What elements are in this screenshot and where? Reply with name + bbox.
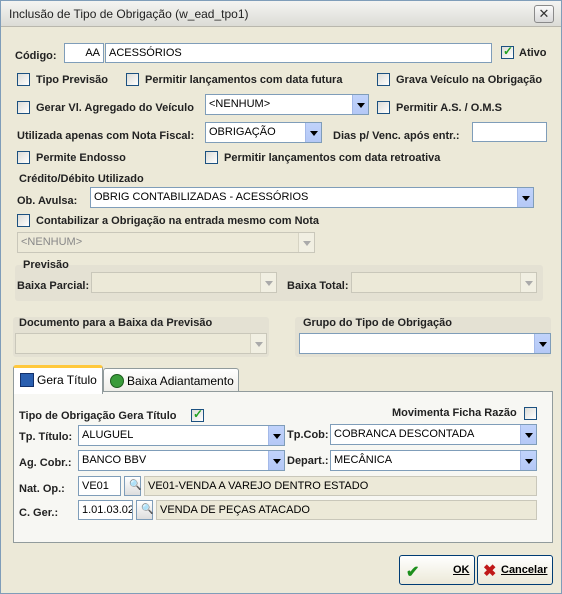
gerar-vl-agregado-select[interactable]: <NENHUM> xyxy=(205,94,369,115)
c-ger-code-input[interactable]: 1.01.03.02 xyxy=(78,500,133,520)
c-ger-desc-input: VENDA DE PEÇAS ATACADO xyxy=(156,500,537,520)
gerar-vl-agregado-checkbox[interactable] xyxy=(17,101,30,114)
permitir-lanc-futura-checkbox[interactable] xyxy=(126,73,139,86)
chevron-down-icon[interactable] xyxy=(520,273,536,292)
codigo-input[interactable]: AA xyxy=(64,43,104,63)
chevron-down-icon[interactable] xyxy=(534,334,550,353)
tp-titulo-value: ALUGUEL xyxy=(82,429,134,441)
credito-section-title: Crédito/Débito Utilizado xyxy=(19,173,144,185)
ok-button[interactable]: ✔ OK xyxy=(399,555,475,585)
chevron-down-icon[interactable] xyxy=(250,334,266,353)
ob-avulsa-label: Ob. Avulsa: xyxy=(17,195,78,207)
tp-titulo-select[interactable]: ALUGUEL xyxy=(78,425,285,446)
grava-veiculo-label: Grava Veículo na Obrigação xyxy=(396,74,543,86)
chevron-down-icon[interactable] xyxy=(268,451,284,470)
lookup-icon: 🔍 xyxy=(141,504,154,515)
ag-cobr-select[interactable]: BANCO BBV xyxy=(78,450,285,471)
tipo-gera-titulo-checkbox[interactable] xyxy=(191,407,204,422)
grupo-tipo-select[interactable] xyxy=(299,333,551,354)
tipo-previsao-checkbox[interactable] xyxy=(17,73,30,86)
nenhum-select[interactable]: <NENHUM> xyxy=(17,232,315,253)
descricao-input[interactable]: ACESSÓRIOS xyxy=(105,43,492,63)
c-ger-lookup-button[interactable]: 🔍 xyxy=(136,500,153,520)
permitir-retroativa-checkbox[interactable] xyxy=(205,151,218,164)
nenhum-value: <NENHUM> xyxy=(21,236,83,248)
chevron-down-icon[interactable] xyxy=(352,95,368,114)
dialog-window: Inclusão de Tipo de Obrigação (w_ead_tpo… xyxy=(0,0,562,594)
nat-op-desc-input: VE01-VENDA A VAREJO DENTRO ESTADO xyxy=(144,476,537,496)
document-icon xyxy=(20,373,34,387)
cancel-button[interactable]: ✖ Cancelar xyxy=(477,555,553,585)
ag-cobr-label: Ag. Cobr.: xyxy=(19,457,72,469)
dias-venc-input[interactable] xyxy=(472,122,547,142)
baixa-parcial-label: Baixa Parcial: xyxy=(17,280,90,292)
documento-baixa-label: Documento para a Baixa da Previsão xyxy=(19,317,213,329)
movimenta-ficha-checkbox[interactable] xyxy=(524,407,537,420)
c-ger-label: C. Ger.: xyxy=(19,507,59,519)
chevron-down-icon[interactable] xyxy=(305,123,321,142)
baixa-total-select[interactable] xyxy=(351,272,537,293)
depart-select[interactable]: MECÂNICA xyxy=(330,450,537,471)
depart-value: MECÂNICA xyxy=(334,454,393,466)
close-button[interactable]: ✕ xyxy=(534,5,554,23)
checkmark-icon: ✔ xyxy=(406,564,420,581)
close-icon: ✕ xyxy=(538,6,550,21)
tp-cob-select[interactable]: COBRANCA DESCONTADA xyxy=(330,424,537,445)
chevron-down-icon[interactable] xyxy=(520,425,536,444)
contabilizar-checkbox[interactable] xyxy=(17,214,30,227)
x-icon: ✖ xyxy=(483,563,497,580)
utilizada-nota-value: OBRIGAÇÃO xyxy=(209,126,276,138)
ob-avulsa-select[interactable]: OBRIG CONTABILIZADAS - ACESSÓRIOS xyxy=(90,187,534,208)
gerar-vl-agregado-label: Gerar Vl. Agregado do Veículo xyxy=(36,102,194,114)
movimenta-ficha-label: Movimenta Ficha Razão xyxy=(392,407,517,419)
tp-titulo-label: Tp. Título: xyxy=(19,431,73,443)
permite-endosso-label: Permite Endosso xyxy=(36,152,126,164)
cancel-button-label: Cancelar xyxy=(501,564,548,576)
tipo-previsao-label: Tipo Previsão xyxy=(36,74,108,86)
permite-endosso-checkbox[interactable] xyxy=(17,151,30,164)
permitir-as-checkbox[interactable] xyxy=(377,101,390,114)
tipo-gera-titulo-label: Tipo de Obrigação Gera Título xyxy=(19,410,177,422)
utilizada-nota-select[interactable]: OBRIGAÇÃO xyxy=(205,122,322,143)
tp-cob-label: Tp.Cob: xyxy=(287,429,329,441)
dias-venc-label: Dias p/ Venc. após entr.: xyxy=(333,130,460,142)
ob-avulsa-value: OBRIG CONTABILIZADAS - ACESSÓRIOS xyxy=(94,191,309,203)
ag-cobr-value: BANCO BBV xyxy=(82,454,147,466)
permitir-retroativa-label: Permitir lançamentos com data retroativa xyxy=(224,152,441,164)
tab-baixa-adiantamento-label: Baixa Adiantamento xyxy=(127,374,234,388)
chevron-down-icon[interactable] xyxy=(517,188,533,207)
window-title: Inclusão de Tipo de Obrigação (w_ead_tpo… xyxy=(9,7,249,21)
documento-baixa-select[interactable] xyxy=(15,333,267,354)
title-bar[interactable]: Inclusão de Tipo de Obrigação (w_ead_tpo… xyxy=(1,1,561,27)
utilizada-nota-label: Utilizada apenas com Nota Fiscal: xyxy=(17,130,195,142)
chevron-down-icon[interactable] xyxy=(298,233,314,252)
chevron-down-icon[interactable] xyxy=(520,451,536,470)
nat-op-lookup-button[interactable]: 🔍 xyxy=(124,476,141,496)
gerar-vl-agregado-value: <NENHUM> xyxy=(209,98,271,110)
depart-label: Depart.: xyxy=(287,455,329,467)
permitir-as-label: Permitir A.S. / O.M.S xyxy=(396,102,502,114)
money-bag-icon xyxy=(110,374,124,388)
gera-titulo-panel: Tipo de Obrigação Gera Título Movimenta … xyxy=(13,391,553,543)
grupo-tipo-label: Grupo do Tipo de Obrigação xyxy=(303,317,452,329)
chevron-down-icon[interactable] xyxy=(260,273,276,292)
tab-gera-titulo-label: Gera Título xyxy=(37,373,97,387)
tab-gera-titulo[interactable]: Gera Título xyxy=(13,365,103,394)
lookup-icon: 🔍 xyxy=(129,480,142,491)
chevron-down-icon[interactable] xyxy=(268,426,284,445)
contabilizar-label: Contabilizar a Obrigação na entrada mesm… xyxy=(36,215,320,227)
tp-cob-value: COBRANCA DESCONTADA xyxy=(334,428,475,440)
previsao-section-title: Previsão xyxy=(23,259,69,271)
ativo-checkbox[interactable] xyxy=(501,44,514,59)
ok-button-label: OK xyxy=(453,564,470,576)
permitir-lanc-futura-label: Permitir lançamentos com data futura xyxy=(145,74,343,86)
grava-veiculo-checkbox[interactable] xyxy=(377,73,390,86)
codigo-label: Código: xyxy=(15,50,57,62)
baixa-total-label: Baixa Total: xyxy=(287,280,349,292)
nat-op-label: Nat. Op.: xyxy=(19,483,65,495)
baixa-parcial-select[interactable] xyxy=(91,272,277,293)
form-body: Código: AA ACESSÓRIOS Ativo Tipo Previsã… xyxy=(5,29,557,591)
ativo-label: Ativo xyxy=(519,47,547,59)
nat-op-code-input[interactable]: VE01 xyxy=(78,476,121,496)
